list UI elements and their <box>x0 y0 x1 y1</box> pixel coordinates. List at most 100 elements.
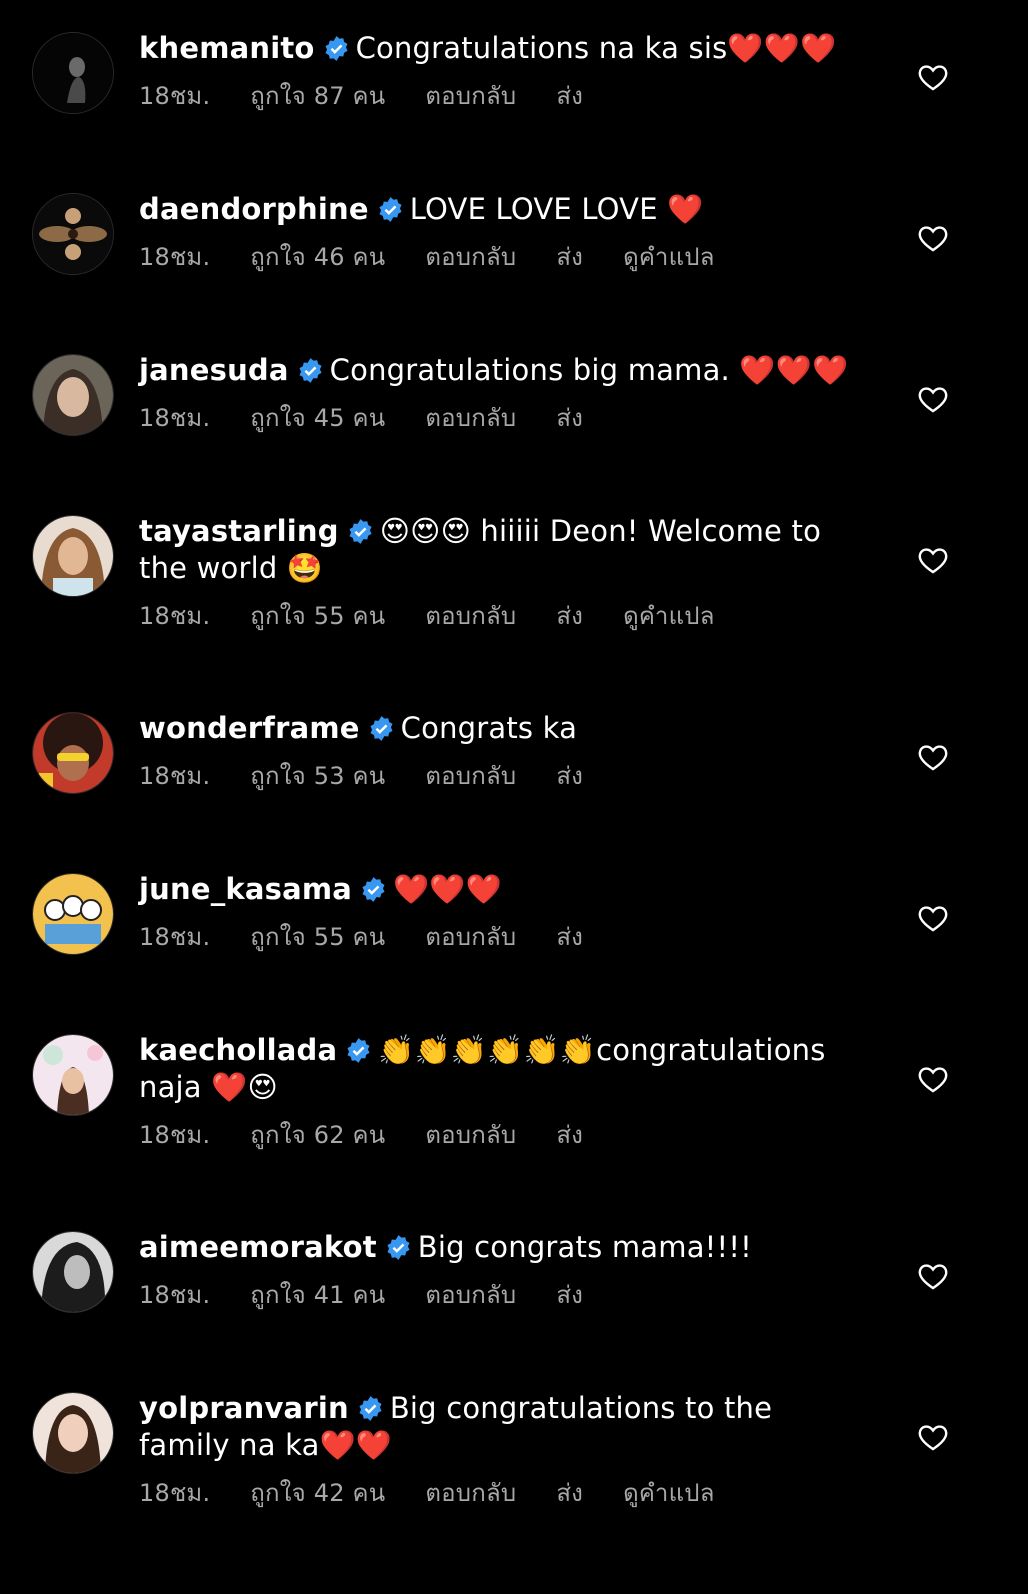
comment-body: daendorphine LOVE LOVE LOVE ❤️ 18ชม. ถูกใจ… <box>139 191 869 271</box>
avatar[interactable] <box>32 354 114 436</box>
comment-body: june_kasama ❤️❤️❤️ 18ชม. ถูกใจ 55 คน ตอบกลั… <box>139 871 869 951</box>
like-button[interactable] <box>916 1259 950 1293</box>
avatar[interactable] <box>32 32 114 114</box>
likes-count[interactable]: ถูกใจ 55 คน <box>250 602 385 630</box>
reply-button[interactable]: ตอบกลับ <box>425 1479 516 1507</box>
verified-badge-icon <box>360 875 387 902</box>
reply-button[interactable]: ตอบกลับ <box>425 762 516 790</box>
verified-badge-icon <box>347 517 374 544</box>
avatar[interactable] <box>32 515 114 597</box>
reply-button[interactable]: ตอบกลับ <box>425 923 516 951</box>
heart-outline-icon <box>918 906 948 932</box>
comment-meta: 18ชม. ถูกใจ 55 คน ตอบกลับ ส่ง ดูคำแปล <box>139 602 869 630</box>
see-translation-button[interactable]: ดูคำแปล <box>623 602 715 630</box>
comment-meta: 18ชม. ถูกใจ 87 คน ตอบกลับ ส่ง <box>139 82 869 110</box>
verified-badge-icon <box>385 1233 412 1260</box>
username[interactable]: daendorphine <box>139 192 369 226</box>
verified-badge-icon <box>357 1394 384 1421</box>
send-button[interactable]: ส่ง <box>556 762 583 790</box>
reply-button[interactable]: ตอบกลับ <box>425 404 516 432</box>
like-button[interactable] <box>916 543 950 577</box>
reply-button[interactable]: ตอบกลับ <box>425 1281 516 1309</box>
username[interactable]: yolpranvarin <box>139 1391 349 1425</box>
reply-button[interactable]: ตอบกลับ <box>425 1121 516 1149</box>
username[interactable]: june_kasama <box>139 872 352 906</box>
comment-body: tayastarling 😍😍😍 hiiiii Deon! Welcome to … <box>139 513 869 630</box>
like-button[interactable] <box>916 1420 950 1454</box>
send-button[interactable]: ส่ง <box>556 404 583 432</box>
likes-count[interactable]: ถูกใจ 41 คน <box>250 1281 385 1309</box>
send-button[interactable]: ส่ง <box>556 1121 583 1149</box>
timestamp: 18ชม. <box>139 404 211 432</box>
avatar[interactable] <box>32 712 114 794</box>
comment-text: LOVE LOVE LOVE ❤️ <box>409 192 704 226</box>
send-button[interactable]: ส่ง <box>556 82 583 110</box>
username[interactable]: aimeemorakot <box>139 1230 377 1264</box>
like-button[interactable] <box>916 221 950 255</box>
comment-meta: 18ชม. ถูกใจ 41 คน ตอบกลับ ส่ง <box>139 1281 869 1309</box>
comment-meta: 18ชม. ถูกใจ 42 คน ตอบกลับ ส่ง ดูคำแปล <box>139 1479 869 1507</box>
comment-meta: 18ชม. ถูกใจ 55 คน ตอบกลับ ส่ง <box>139 923 869 951</box>
heart-outline-icon <box>918 1067 948 1093</box>
send-button[interactable]: ส่ง <box>556 1479 583 1507</box>
heart-outline-icon <box>918 1264 948 1290</box>
username[interactable]: wonderframe <box>139 711 360 745</box>
avatar[interactable] <box>32 1392 114 1474</box>
comment-meta: 18ชม. ถูกใจ 46 คน ตอบกลับ ส่ง ดูคำแปล <box>139 243 869 271</box>
see-translation-button[interactable]: ดูคำแปล <box>623 243 715 271</box>
like-button[interactable] <box>916 901 950 935</box>
see-translation-button[interactable]: ดูคำแปล <box>623 1479 715 1507</box>
likes-count[interactable]: ถูกใจ 55 คน <box>250 923 385 951</box>
verified-badge-icon <box>345 1036 372 1063</box>
verified-badge-icon <box>323 34 350 61</box>
avatar[interactable] <box>32 1034 114 1116</box>
send-button[interactable]: ส่ง <box>556 243 583 271</box>
send-button[interactable]: ส่ง <box>556 1281 583 1309</box>
likes-count[interactable]: ถูกใจ 42 คน <box>250 1479 385 1507</box>
verified-badge-icon <box>377 195 404 222</box>
heart-outline-icon <box>918 65 948 91</box>
send-button[interactable]: ส่ง <box>556 602 583 630</box>
likes-count[interactable]: ถูกใจ 45 คน <box>250 404 385 432</box>
comment-meta: 18ชม. ถูกใจ 45 คน ตอบกลับ ส่ง <box>139 404 869 432</box>
reply-button[interactable]: ตอบกลับ <box>425 243 516 271</box>
like-button[interactable] <box>916 60 950 94</box>
timestamp: 18ชม. <box>139 1281 211 1309</box>
comment-text: Congratulations na ka sis❤️❤️❤️ <box>355 31 837 65</box>
likes-count[interactable]: ถูกใจ 87 คน <box>250 82 385 110</box>
like-button[interactable] <box>916 382 950 416</box>
like-button[interactable] <box>916 1062 950 1096</box>
comment-meta: 18ชม. ถูกใจ 62 คน ตอบกลับ ส่ง <box>139 1121 869 1149</box>
timestamp: 18ชม. <box>139 243 211 271</box>
likes-count[interactable]: ถูกใจ 53 คน <box>250 762 385 790</box>
comment-body: khemanito Congratulations na ka sis❤️❤️❤️… <box>139 30 869 110</box>
avatar[interactable] <box>32 1231 114 1313</box>
reply-button[interactable]: ตอบกลับ <box>425 602 516 630</box>
timestamp: 18ชม. <box>139 1121 211 1149</box>
username[interactable]: khemanito <box>139 31 315 65</box>
timestamp: 18ชม. <box>139 923 211 951</box>
comment-body: wonderframe Congrats ka 18ชม. ถูกใจ 53 คน ต… <box>139 710 869 790</box>
send-button[interactable]: ส่ง <box>556 923 583 951</box>
avatar[interactable] <box>32 873 114 955</box>
heart-outline-icon <box>918 1425 948 1451</box>
heart-outline-icon <box>918 548 948 574</box>
comment-text: ❤️❤️❤️ <box>393 872 503 906</box>
username[interactable]: janesuda <box>139 353 289 387</box>
comment-body: janesuda Congratulations big mama. ❤️❤️❤️… <box>139 352 869 432</box>
comment-list: khemanito Congratulations na ka sis❤️❤️❤️… <box>0 0 1028 1594</box>
reply-button[interactable]: ตอบกลับ <box>425 82 516 110</box>
username[interactable]: tayastarling <box>139 514 339 548</box>
comment-text: Congratulations big mama. ❤️❤️❤️ <box>329 353 849 387</box>
timestamp: 18ชม. <box>139 762 211 790</box>
avatar[interactable] <box>32 193 114 275</box>
heart-outline-icon <box>918 745 948 771</box>
verified-badge-icon <box>297 356 324 383</box>
likes-count[interactable]: ถูกใจ 46 คน <box>250 243 385 271</box>
like-button[interactable] <box>916 740 950 774</box>
comment-text: Congrats ka <box>400 711 578 745</box>
verified-badge-icon <box>368 714 395 741</box>
username[interactable]: kaechollada <box>139 1033 337 1067</box>
comment-meta: 18ชม. ถูกใจ 53 คน ตอบกลับ ส่ง <box>139 762 869 790</box>
likes-count[interactable]: ถูกใจ 62 คน <box>250 1121 385 1149</box>
